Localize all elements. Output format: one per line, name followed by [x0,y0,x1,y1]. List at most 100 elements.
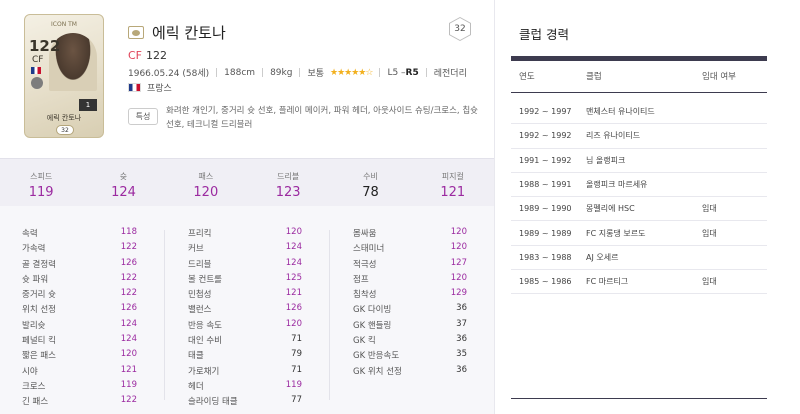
stat-value: 126 [120,303,137,314]
stat-value: 36 [456,364,467,375]
stat-row: 침착성 129 [353,288,467,303]
stat-row: 슬라이딩 태클 77 [188,395,302,410]
avg-value: 119 [28,185,54,200]
stat-name: 속력 [22,229,38,239]
stat-value: 120 [450,272,467,283]
stat-name: 프리킥 [188,229,212,239]
stat-row: 몸싸움 120 [353,227,467,242]
career-table-body: 1992 ~ 1997 맨체스터 유나이티드 1992 ~ 1992 리즈 유나이티드… [511,100,767,295]
stat-name: 몸싸움 [353,229,377,239]
stat-name: 크로스 [22,381,46,392]
average-stats-bar: 스피드 119 슛 124 패스 120 드리블 123 수비 78 피지컬 1… [0,158,494,206]
club-career-panel: 클럽 경력 연도 클럽 임대 여부 1992 ~ 1997 맨체스터 유나이티드 1… [494,0,800,414]
avg-value: 121 [440,185,466,200]
stat-name: 침착성 [353,290,377,301]
stat-value: 129 [450,288,467,299]
footer-rule [511,398,767,399]
career-loan: 임대 [702,228,717,238]
grade-badge-value: 32 [450,18,470,40]
nation-name: 프랑스 [147,84,172,94]
stat-row: GK 위치 선정 36 [353,365,467,380]
player-type: 레전더리 [433,69,467,79]
stat-value: 124 [285,257,302,268]
stat-name: GK 다이빙 [353,305,392,316]
stat-name: GK 핸들링 [353,320,392,331]
stat-name: GK 반응속도 [353,351,400,362]
weak-foot: L5 – [387,67,406,78]
stat-row: 긴 패스 122 [22,395,137,410]
header-club: 클럽 [586,72,602,82]
avg-shooting: 슛 124 [82,159,164,206]
stat-row: 가속력 122 [22,242,137,257]
stat-row: 반응 속도 120 [188,319,302,334]
career-loan: 임대 [702,277,717,287]
player-card: ICON TM 122 CF 1 에릭 칸토나 32 [24,14,104,138]
skill-stars: ★★★★★☆ [330,67,373,78]
stat-row: GK 다이빙 36 [353,303,467,318]
stat-row: 가로채기 71 [188,365,302,380]
career-year: 1988 ~ 1991 [519,180,572,190]
stat-name: GK 킥 [353,336,376,347]
avg-speed: 스피드 119 [0,159,82,206]
birth-date: 1966.05.24 (58세) [128,69,210,79]
avg-physical: 피지컬 121 [412,159,494,206]
body-type: 보통 [307,69,325,79]
card-season-title: ICON TM [51,21,77,28]
stat-name: 페널티 킥 [22,336,56,347]
card-enhance-level: 1 [79,99,97,111]
stat-row: 프리킥 120 [188,227,302,242]
stat-row: 커브 124 [188,242,302,257]
detail-stats: 속력 118 가속력 122 골 결정력 126 슛 파워 122 중거리 슛 122 위치 선정 1… [0,206,494,414]
stat-row: 슛 파워 122 [22,273,137,288]
stat-row: 스태미너 120 [353,242,467,257]
stat-value: 36 [456,334,467,345]
stat-name: 짧은 패스 [22,351,56,362]
stat-value: 120 [285,318,302,329]
career-row: 1992 ~ 1992 리즈 유나이티드 [511,124,767,149]
card-position: CF [32,55,44,65]
stat-value: 120 [120,349,137,360]
france-flag-icon [128,83,141,92]
career-year: 1992 ~ 1992 [519,131,572,141]
stat-row: 태클 79 [188,349,302,364]
column-divider [329,230,330,400]
player-position: CF [128,49,143,62]
stat-row: GK 반응속도 35 [353,349,467,364]
stat-value: 120 [285,227,302,237]
strong-foot: R5 [405,67,419,78]
stat-value: 71 [291,334,302,345]
stat-row: GK 킥 36 [353,334,467,349]
stat-value: 119 [120,379,137,390]
avg-label: 패스 [198,172,214,181]
france-flag-icon [31,67,41,74]
stat-value: 120 [450,227,467,237]
header-divider [511,92,767,93]
card-grade-badge: 32 [56,125,74,135]
career-year: 1992 ~ 1997 [519,107,572,117]
stat-value: 125 [285,272,302,283]
stat-row: 드리블 124 [188,258,302,273]
height: 188cm [224,67,256,78]
traits-label: 특성 [128,108,158,125]
career-club: FC 마르티그 [586,277,629,287]
stat-row: 민첩성 121 [188,288,302,303]
stat-value: 122 [120,242,137,253]
stat-row: 점프 120 [353,273,467,288]
header-rule [511,56,767,61]
avg-label: 슛 [119,172,128,181]
career-club: FC 지롱댕 보르도 [586,228,646,238]
stats-column-2: 프리킥 120 커브 124 드리블 124 볼 컨트롤 125 민첩성 121 밸런스 126 반응 … [188,227,302,411]
career-loan: 임대 [702,204,717,214]
grade-badge: 32 [449,17,471,41]
career-row: 1983 ~ 1988 AJ 오세르 [511,246,767,271]
stat-name: 위치 선정 [22,305,56,316]
stat-value: 79 [291,349,302,360]
player-name: 에릭 칸토나 [152,24,226,42]
avg-label: 스피드 [30,172,53,181]
stat-row: 속력 118 [22,227,137,242]
stat-value: 124 [285,242,302,253]
stat-value: 124 [120,334,137,345]
avg-label: 피지컬 [441,172,464,181]
stat-name: GK 위치 선정 [353,366,402,377]
stat-name: 스태미너 [353,244,385,255]
